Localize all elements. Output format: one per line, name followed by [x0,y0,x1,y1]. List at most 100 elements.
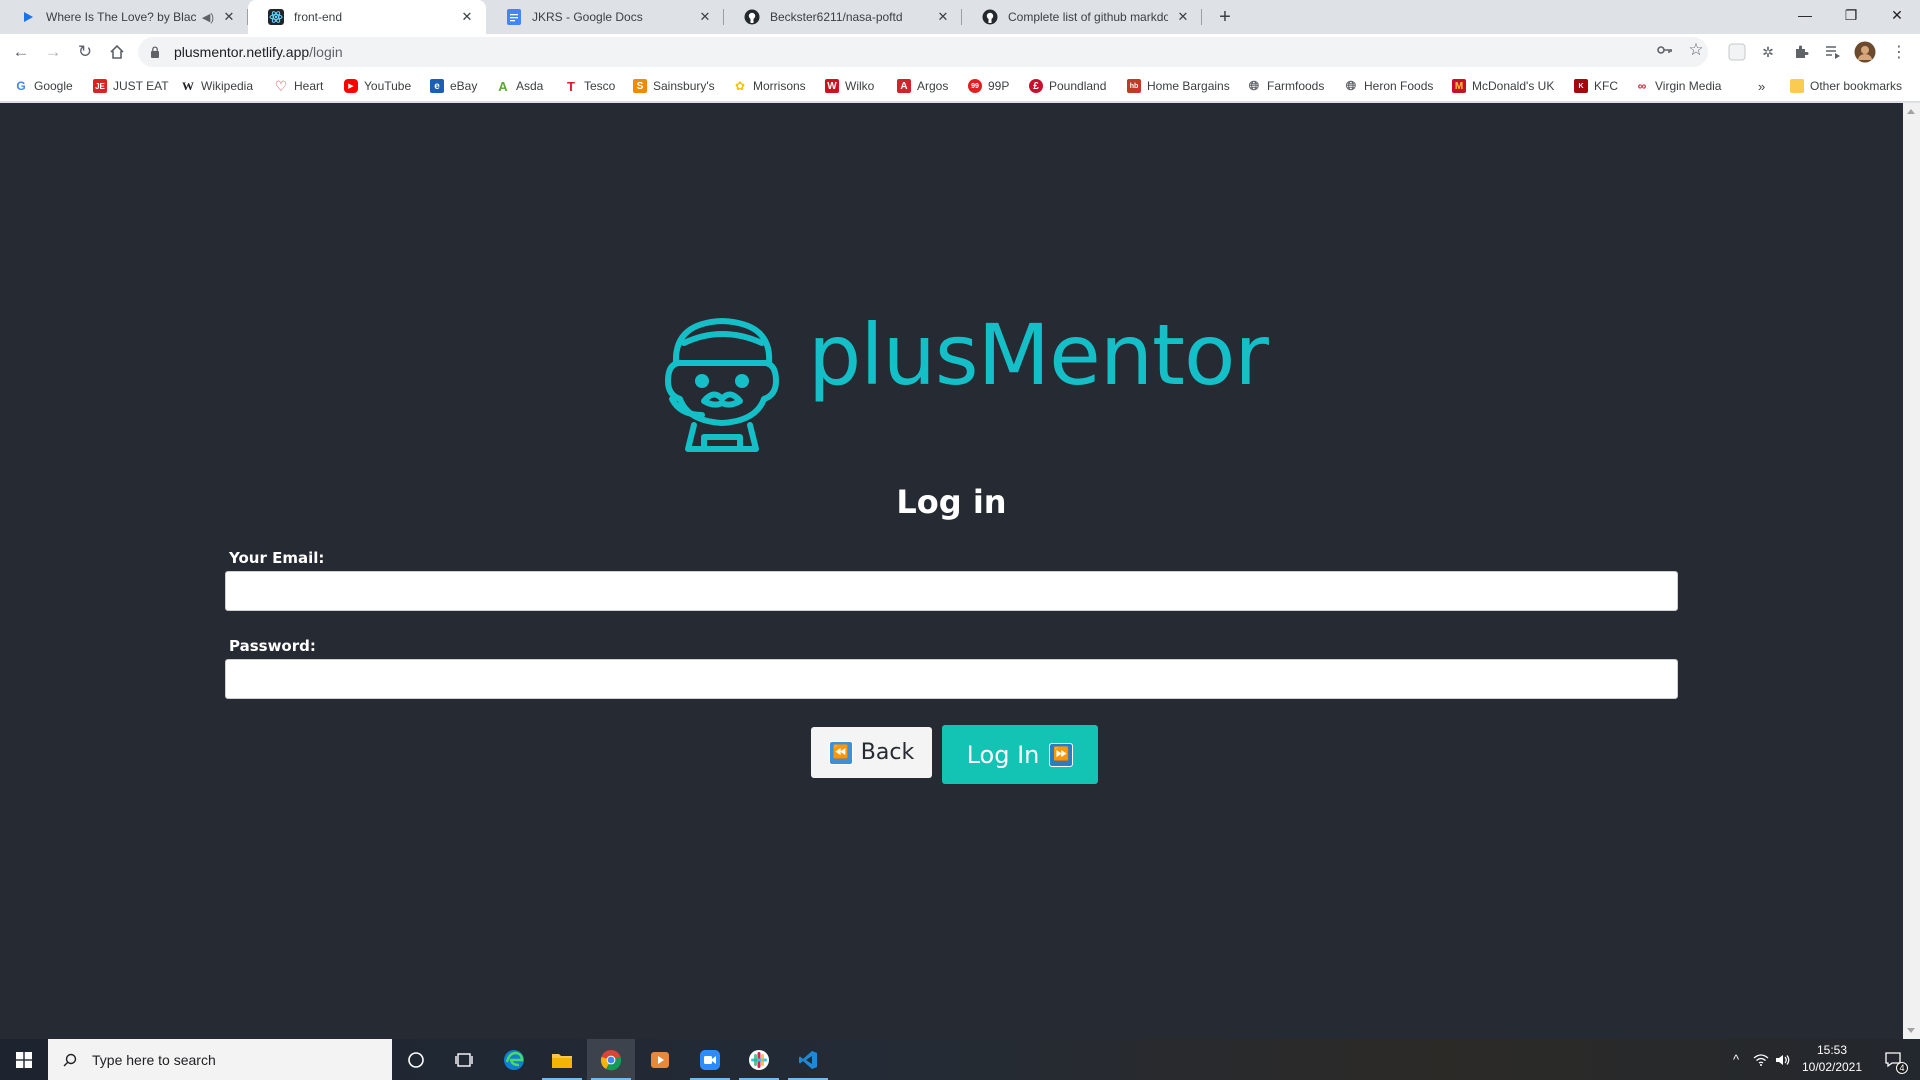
bookmark-tesco[interactable]: T Tesco [564,76,615,96]
bookmark-argos[interactable]: A Argos [897,76,948,96]
forward-arrow-icon[interactable]: → [39,38,67,66]
close-icon[interactable]: ✕ [1174,8,1192,26]
react-icon [268,9,284,25]
close-icon[interactable]: ✕ [934,8,952,26]
slack-icon[interactable] [735,1039,783,1080]
media-player-icon[interactable] [636,1039,684,1080]
system-clock[interactable]: 15:53 10/02/2021 [1790,1042,1874,1076]
zoom-icon[interactable] [686,1039,734,1080]
tab-title: Where Is The Love? by Black [46,10,196,24]
close-icon[interactable]: ✕ [696,8,714,26]
file-explorer-icon[interactable] [538,1039,586,1080]
tab-music[interactable]: Where Is The Love? by Black ◀) ✕ [0,0,248,34]
windows-start-icon[interactable] [0,1039,48,1080]
tab-github-markdown[interactable]: Complete list of github markdow ✕ [962,0,1202,34]
just-eat-icon: JE [93,79,107,93]
home-bargains-icon: hb [1127,79,1141,93]
tab-title: Complete list of github markdow [1008,10,1168,24]
close-icon[interactable]: ✕ [220,8,238,26]
bug-extension-icon[interactable]: ✲ [1757,41,1779,63]
lock-icon[interactable] [150,45,162,59]
bookmark-asda[interactable]: A Asda [496,76,543,96]
bookmark-label: YouTube [364,79,412,93]
bookmark-label: McDonald's UK [1472,79,1555,93]
bookmark-label: 99P [988,79,1010,93]
close-icon[interactable]: ✕ [458,8,476,26]
tab-google-docs[interactable]: JKRS - Google Docs ✕ [486,0,724,34]
scroll-up-arrow-icon[interactable] [1907,109,1915,114]
home-icon[interactable] [103,38,131,66]
url-path: /login [309,44,343,60]
puzzle-extensions-icon[interactable] [1790,41,1812,63]
bookmark-wikipedia[interactable]: W Wikipedia [181,76,253,96]
notification-count: 4 [1896,1062,1908,1074]
morrisons-icon: ✿ [734,79,746,93]
bookmark-mcdonalds[interactable]: M McDonald's UK [1452,76,1554,96]
tab-divider [1201,9,1202,25]
bookmark-label: Farmfoods [1267,79,1325,93]
back-arrow-icon[interactable]: ← [7,38,35,66]
bookmark-ebay[interactable]: e eBay [430,76,477,96]
vscode-icon[interactable] [784,1039,832,1080]
bookmark-farmfoods[interactable]: 🌐︎ Farmfoods [1247,76,1325,96]
tab-front-end[interactable]: front-end ✕ [248,0,486,34]
back-button[interactable]: ⏪ Back [811,727,932,778]
notifications-icon[interactable]: 4 [1874,1039,1914,1080]
bookmark-just-eat[interactable]: JE JUST EAT [93,76,169,96]
close-window-button[interactable]: ✕ [1874,0,1920,30]
other-bookmarks[interactable]: Other bookmarks [1790,76,1902,96]
address-bar[interactable]: plusmentor.netlify.app/login [138,37,1708,67]
99p-icon: 99 [968,79,982,93]
cortana-icon[interactable] [392,1039,440,1080]
bookmarks-bar: G Google JE JUST EAT W Wikipedia ♡ Heart… [0,70,1920,102]
github-icon [744,9,760,25]
profile-avatar[interactable] [1854,41,1876,63]
fast-forward-icon: ⏩ [1049,742,1074,767]
task-view-icon[interactable] [440,1039,488,1080]
asda-icon: A [498,78,508,94]
bookmark-google[interactable]: G Google [14,76,73,96]
edge-icon[interactable] [490,1039,538,1080]
audio-icon[interactable]: ◀) [202,11,214,24]
email-field[interactable] [225,571,1678,611]
chrome-icon[interactable] [587,1039,635,1080]
taskbar-search[interactable]: Type here to search [48,1039,392,1080]
new-tab-button[interactable]: + [1212,4,1238,30]
bookmark-sainsburys[interactable]: S Sainsbury's [633,76,715,96]
restore-button[interactable]: ❐ [1828,0,1874,30]
bookmark-wilko[interactable]: W Wilko [825,76,874,96]
reload-icon[interactable]: ↻ [71,38,99,66]
bookmark-99p[interactable]: 99 99P [968,76,1009,96]
extension-blank-icon[interactable] [1726,41,1748,63]
star-bookmark-icon[interactable]: ☆ [1686,40,1706,60]
bookmark-heron-foods[interactable]: 🌐︎ Heron Foods [1344,76,1434,96]
tab-strip: Where Is The Love? by Black ◀) ✕ front-e… [0,0,1920,34]
bookmark-kfc[interactable]: K KFC [1574,76,1618,96]
bookmark-home-bargains[interactable]: hb Home Bargains [1127,76,1230,96]
github-icon [982,9,998,25]
page-scrollbar[interactable] [1903,103,1920,1039]
login-button[interactable]: Log In ⏩ [942,725,1098,784]
scroll-down-arrow-icon[interactable] [1907,1028,1915,1033]
bookmark-youtube[interactable]: ▶ YouTube [344,76,411,96]
tab-github-nasa[interactable]: Beckster6211/nasa-poftd ✕ [724,0,962,34]
browser-toolbar: ← → ↻ plusmentor.netlify.app/login ☆ ✲ ⋮ [0,34,1920,70]
media-queue-icon[interactable] [1822,41,1844,63]
virgin-media-icon: ∞ [1637,79,1647,93]
more-menu-icon[interactable]: ⋮ [1888,41,1910,63]
poundland-icon: £ [1029,79,1043,93]
key-icon[interactable] [1655,40,1675,60]
wifi-icon[interactable] [1750,1039,1772,1080]
chevron-up-icon[interactable]: ^ [1726,1039,1746,1080]
bookmark-label: Google [34,79,73,93]
bookmark-poundland[interactable]: £ Poundland [1029,76,1106,96]
kfc-icon: K [1574,79,1588,93]
password-field[interactable] [225,659,1678,699]
bookmarks-overflow-button[interactable]: » [1758,76,1765,96]
bookmark-virgin-media[interactable]: ∞ Virgin Media [1635,76,1722,96]
page-title: Log in [896,483,1007,521]
bookmark-label: Heron Foods [1364,79,1434,93]
minimize-button[interactable]: — [1782,0,1828,30]
bookmark-heart[interactable]: ♡ Heart [274,76,324,96]
bookmark-morrisons[interactable]: ✿ Morrisons [733,76,806,96]
